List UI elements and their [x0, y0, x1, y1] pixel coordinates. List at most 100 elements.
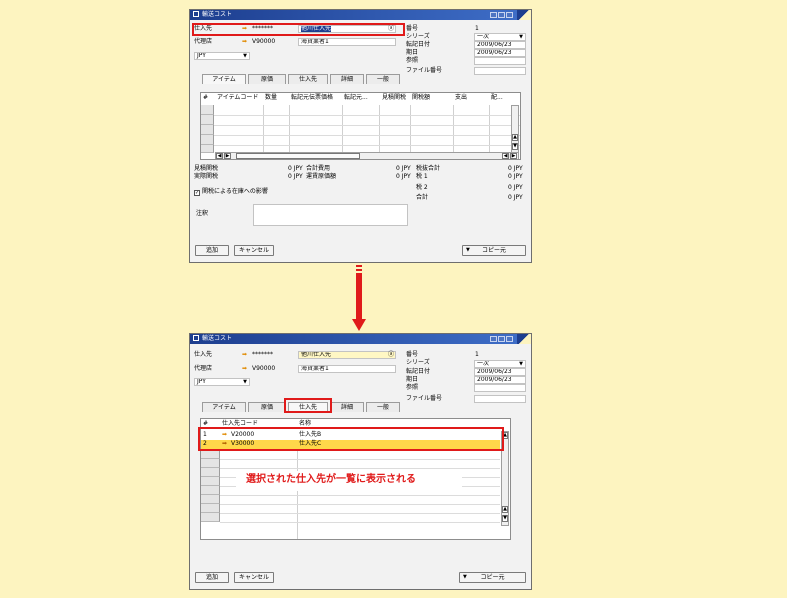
total-expense-label: 合計費用 — [306, 165, 331, 172]
landed-costs-window-bottom: 輸送コスト 仕入先 ➡ ******* 他川仕入先 ⓐ 代理店 ➡ V90000… — [189, 333, 532, 590]
cancel-button[interactable]: キャンセル — [234, 572, 274, 583]
cancel-button[interactable]: キャンセル — [234, 245, 274, 256]
scroll-up-icon[interactable]: ▲ — [512, 134, 518, 141]
title-corner — [517, 10, 531, 20]
file-number-field[interactable] — [474, 67, 526, 75]
agent-name-field[interactable]: 海貨業者1 — [298, 38, 396, 46]
scroll-down-icon[interactable]: ▼ — [512, 143, 518, 150]
vertical-scrollbar[interactable]: ▲ ▼ — [511, 105, 519, 153]
choose-list-icon[interactable]: ⓐ — [388, 351, 394, 359]
close-button[interactable] — [506, 336, 513, 342]
actual-customs-value: 0 JPY — [288, 173, 303, 180]
vendor-code[interactable]: ******* — [252, 351, 273, 359]
window-title: 輸送コスト — [202, 335, 233, 342]
posting-date-field[interactable]: 2009/06/23 — [474, 41, 526, 49]
tax2-value: 0 JPY — [508, 184, 523, 191]
item-grid[interactable]: # アイテムコード 数量 転記元伝票価格 転記元... 見積関税 関税額 支出 … — [200, 92, 521, 160]
grid-line — [220, 459, 500, 460]
minimize-button[interactable] — [490, 336, 497, 342]
column-header: アイテムコード — [217, 94, 259, 101]
tab-general[interactable]: 一般 — [366, 74, 400, 84]
due-date-field[interactable]: 2009/06/23 — [474, 376, 526, 384]
scroll-right-icon[interactable]: ▶ — [510, 153, 517, 159]
row-header[interactable] — [201, 513, 220, 522]
agent-code[interactable]: V90000 — [252, 365, 275, 373]
tax1-label: 税 1 — [416, 173, 428, 180]
minimize-button[interactable] — [490, 12, 497, 18]
window-icon — [193, 11, 199, 17]
row-header[interactable] — [201, 477, 220, 486]
total-freight-label: 運賃原価額 — [306, 173, 337, 180]
reference-field[interactable] — [474, 384, 526, 392]
agent-link-arrow-icon[interactable]: ➡ — [242, 365, 247, 373]
column-header: 関税額 — [412, 94, 431, 101]
maximize-button[interactable] — [498, 336, 505, 342]
row-header[interactable] — [201, 459, 220, 468]
customs-inventory-checkbox[interactable]: ✓ 関税による在庫への影響 — [194, 188, 268, 196]
agent-name-field[interactable]: 海貨業者1 — [298, 365, 396, 373]
currency-select[interactable]: JPY ▼ — [194, 52, 250, 60]
vendor-name-field[interactable]: 他川仕入先 — [298, 351, 396, 359]
grid-line — [220, 495, 500, 496]
row-header[interactable] — [201, 135, 214, 145]
copy-from-button[interactable]: ▼ コピー元 — [459, 572, 526, 583]
add-button[interactable]: 追加 — [195, 572, 229, 583]
series-select[interactable]: 一次 ▼ — [474, 360, 526, 368]
scroll-up-icon[interactable]: ▲ — [502, 506, 508, 513]
maximize-button[interactable] — [498, 12, 505, 18]
window-icon — [193, 335, 199, 341]
tab-general[interactable]: 一般 — [366, 402, 400, 412]
row-header[interactable] — [201, 115, 214, 125]
posting-date-field[interactable]: 2009/06/23 — [474, 368, 526, 376]
column-header: 支出 — [455, 94, 468, 101]
chevron-down-icon: ▼ — [519, 34, 523, 40]
file-number-field[interactable] — [474, 395, 526, 403]
reference-field[interactable] — [474, 57, 526, 65]
scroll-left-icon[interactable]: ◀ — [216, 153, 223, 159]
scroll-right-icon[interactable]: ▶ — [224, 153, 231, 159]
due-date-field[interactable]: 2009/06/23 — [474, 49, 526, 57]
reference-label: 参照 — [406, 57, 419, 64]
due-date-label: 期日 — [406, 49, 419, 56]
chevron-down-icon: ▼ — [463, 574, 467, 580]
scroll-left-icon[interactable]: ◀ — [502, 153, 509, 159]
file-number-label: ファイル番号 — [406, 395, 443, 402]
row-header[interactable] — [201, 486, 220, 495]
series-select[interactable]: 一次 ▼ — [474, 33, 526, 41]
copy-from-button[interactable]: ▼ コピー元 — [462, 245, 526, 256]
tab-details[interactable]: 詳細 — [330, 74, 364, 84]
row-header[interactable] — [201, 495, 220, 504]
currency-select[interactable]: JPY ▼ — [194, 378, 250, 386]
tab-items[interactable]: アイテム — [202, 74, 246, 84]
window-buttons — [490, 336, 513, 342]
tab-vendors[interactable]: 仕入先 — [288, 74, 328, 84]
posting-date-label: 転記日付 — [406, 368, 431, 375]
row-header[interactable] — [201, 145, 214, 153]
row-header[interactable] — [201, 468, 220, 477]
tab-details[interactable]: 詳細 — [330, 402, 364, 412]
agent-link-arrow-icon[interactable]: ➡ — [242, 38, 247, 46]
scroll-down-icon[interactable]: ▼ — [502, 515, 508, 522]
agent-label: 代理店 — [194, 38, 213, 45]
series-label: シリーズ — [406, 33, 430, 40]
actual-customs-label: 実際関税 — [194, 173, 219, 180]
tab-items[interactable]: アイテム — [202, 402, 246, 412]
remarks-label: 注釈 — [196, 210, 209, 217]
vendor-rows-highlight-box — [198, 427, 504, 451]
tab-costs[interactable]: 原価 — [248, 402, 286, 412]
row-header[interactable] — [201, 125, 214, 135]
row-header[interactable] — [201, 105, 214, 115]
row-header[interactable] — [201, 450, 220, 459]
checkbox-icon[interactable]: ✓ — [194, 190, 200, 196]
vendor-link-arrow-icon[interactable]: ➡ — [242, 351, 247, 359]
close-button[interactable] — [506, 12, 513, 18]
remarks-field[interactable] — [253, 204, 408, 226]
scroll-thumb[interactable] — [236, 153, 360, 159]
agent-code[interactable]: V90000 — [252, 38, 275, 46]
tab-costs[interactable]: 原価 — [248, 74, 286, 84]
row-header[interactable] — [201, 504, 220, 513]
vendor-label: 仕入先 — [194, 351, 213, 358]
horizontal-scrollbar[interactable]: ◀ ▶ ◀ ▶ — [215, 152, 519, 159]
chevron-down-icon: ▼ — [519, 361, 523, 367]
add-button[interactable]: 追加 — [195, 245, 229, 256]
